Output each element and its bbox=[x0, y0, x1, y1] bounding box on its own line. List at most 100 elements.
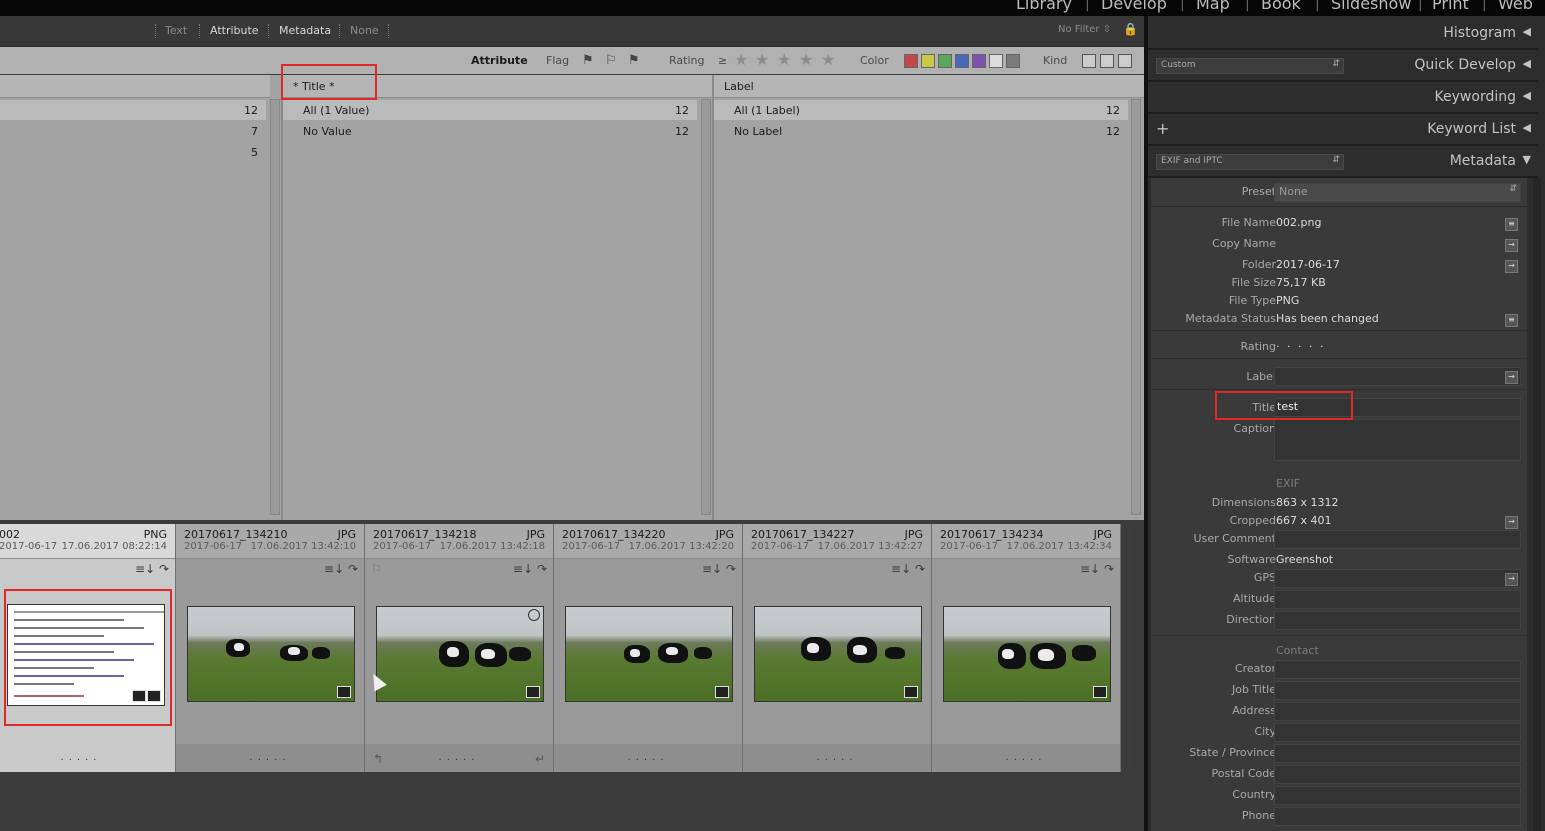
copy-name-arrow-icon[interactable]: → bbox=[1505, 239, 1518, 252]
selection-circle-icon[interactable] bbox=[528, 609, 540, 621]
module-map[interactable]: Map bbox=[1196, 0, 1230, 13]
phone-field[interactable] bbox=[1274, 807, 1521, 826]
add-keyword-icon[interactable]: + bbox=[1156, 119, 1169, 138]
color-swatch-blue[interactable] bbox=[955, 54, 969, 68]
country-field[interactable] bbox=[1274, 786, 1521, 805]
title-column-scrollbar[interactable] bbox=[701, 99, 711, 515]
file-name-value[interactable]: 002.png bbox=[1276, 216, 1321, 229]
module-web[interactable]: Web bbox=[1498, 0, 1533, 13]
list-item[interactable]: All (1 Label) 12 bbox=[714, 100, 1128, 120]
keyword-list-panel-header[interactable]: + Keyword List ◀ bbox=[1148, 114, 1538, 146]
metadata-sync-icon[interactable]: ≡↓ ↷ bbox=[1080, 562, 1114, 576]
metadata-sync-icon[interactable]: ≡↓ ↷ bbox=[891, 562, 925, 576]
grid-scrollbar[interactable] bbox=[1121, 524, 1131, 772]
module-library[interactable]: Library bbox=[1016, 0, 1072, 13]
right-panel-scrollbar[interactable] bbox=[1533, 178, 1541, 831]
rating-operator[interactable]: ≥ bbox=[718, 54, 727, 67]
cow-photo-thumbnail[interactable] bbox=[376, 606, 544, 702]
metadata-status-icon[interactable]: ≡ bbox=[1505, 314, 1518, 327]
collapse-triangle-icon[interactable]: ◀ bbox=[1523, 89, 1531, 102]
address-field[interactable] bbox=[1274, 702, 1521, 721]
color-swatch-none[interactable] bbox=[1006, 54, 1020, 68]
flag-icon[interactable]: ⚐ bbox=[371, 562, 382, 576]
rating-star-2-icon[interactable]: ★ bbox=[755, 50, 769, 69]
rating-star-1-icon[interactable]: ★ bbox=[734, 50, 748, 69]
city-field[interactable] bbox=[1274, 723, 1521, 742]
postal-code-field[interactable] bbox=[1274, 765, 1521, 784]
module-book[interactable]: Book bbox=[1261, 0, 1301, 13]
rating-star-5-icon[interactable]: ★ bbox=[821, 50, 835, 69]
histogram-panel-header[interactable]: Histogram ◀ bbox=[1148, 18, 1538, 50]
filter-tab-none[interactable]: None bbox=[350, 24, 379, 37]
collapse-triangle-icon[interactable]: ◀ bbox=[1523, 121, 1531, 134]
altitude-field[interactable] bbox=[1274, 590, 1521, 609]
color-swatch-custom[interactable] bbox=[989, 54, 1003, 68]
color-swatch-yellow[interactable] bbox=[921, 54, 935, 68]
photo-cell[interactable]: 20170617_134218 JPG 2017-06-17 17.06.201… bbox=[365, 524, 554, 772]
thumbnail-rating[interactable]: ····· bbox=[176, 755, 364, 766]
thumbnail-rating[interactable]: ····· bbox=[743, 755, 931, 766]
state-province-field[interactable] bbox=[1274, 744, 1521, 763]
metadata-sync-icon[interactable]: ≡↓ ↷ bbox=[513, 562, 547, 576]
photo-cell[interactable]: 20170617_134227 JPG 2017-06-17 17.06.201… bbox=[743, 524, 932, 772]
cow-photo-thumbnail[interactable] bbox=[187, 606, 355, 702]
list-item[interactable]: No Value 12 bbox=[283, 121, 697, 141]
thumbnail-rating[interactable]: ····· bbox=[365, 755, 553, 766]
metadata-sync-icon[interactable]: ≡↓ ↷ bbox=[324, 562, 358, 576]
kind-master-icon[interactable] bbox=[1082, 54, 1096, 68]
cow-photo-thumbnail[interactable] bbox=[754, 606, 922, 702]
module-develop[interactable]: Develop bbox=[1101, 0, 1167, 13]
metadata-sync-icon[interactable]: ≡↓ ↷ bbox=[702, 562, 736, 576]
gps-field[interactable] bbox=[1274, 569, 1521, 588]
flag-unflagged-icon[interactable]: ⚐ bbox=[605, 53, 617, 68]
quick-develop-panel-header[interactable]: Custom ⇵ Quick Develop ◀ bbox=[1148, 50, 1538, 82]
label-arrow-icon[interactable]: → bbox=[1505, 371, 1518, 384]
list-item[interactable]: 5 bbox=[0, 142, 266, 162]
list-item[interactable]: No Label 12 bbox=[714, 121, 1128, 141]
list-item[interactable]: All (1 Value) 12 bbox=[283, 100, 697, 120]
metadata-panel-header[interactable]: EXIF and IPTC ⇵ Metadata ▼ bbox=[1148, 146, 1538, 178]
metadata-view-dropdown[interactable]: EXIF and IPTC ⇵ bbox=[1156, 154, 1344, 170]
rename-list-icon[interactable]: ≡ bbox=[1505, 218, 1518, 231]
filter-tab-text[interactable]: Text bbox=[165, 24, 187, 37]
module-print[interactable]: Print bbox=[1432, 0, 1469, 13]
go-to-folder-icon[interactable]: → bbox=[1505, 260, 1518, 273]
rating-star-3-icon[interactable]: ★ bbox=[777, 50, 791, 69]
kind-video-icon[interactable] bbox=[1118, 54, 1132, 68]
thumbnail-rating[interactable]: ····· bbox=[554, 755, 742, 766]
list-item[interactable]: 12 bbox=[0, 100, 266, 120]
cow-photo-thumbnail[interactable] bbox=[943, 606, 1111, 702]
module-slideshow[interactable]: Slideshow bbox=[1331, 0, 1411, 13]
job-title-field[interactable] bbox=[1274, 681, 1521, 700]
column-1-header[interactable] bbox=[0, 75, 270, 98]
direction-field[interactable] bbox=[1274, 611, 1521, 630]
thumbnail-rating[interactable]: ····· bbox=[0, 755, 175, 766]
color-swatch-red[interactable] bbox=[904, 54, 918, 68]
photo-cell[interactable]: 20170617_134234 JPG 2017-06-17 17.06.201… bbox=[932, 524, 1121, 772]
filter-tab-attribute[interactable]: Attribute bbox=[210, 24, 259, 37]
lock-icon[interactable]: 🔒 bbox=[1123, 22, 1138, 36]
creator-field[interactable] bbox=[1274, 660, 1521, 679]
filter-preset-dropdown[interactable]: No Filter ⇳ bbox=[1058, 24, 1111, 35]
filter-tab-metadata[interactable]: Metadata bbox=[279, 24, 331, 37]
metadata-sync-icon[interactable]: ≡↓ ↷ bbox=[135, 562, 169, 576]
user-comment-field[interactable] bbox=[1274, 530, 1521, 549]
collapse-triangle-icon[interactable]: ◀ bbox=[1523, 57, 1531, 70]
photo-cell[interactable]: 20170617_134210 JPG 2017-06-17 17.06.201… bbox=[176, 524, 365, 772]
cropped-arrow-icon[interactable]: → bbox=[1505, 516, 1518, 529]
photo-cell[interactable]: 20170617_134220 JPG 2017-06-17 17.06.201… bbox=[554, 524, 743, 772]
expand-triangle-icon[interactable]: ▼ bbox=[1523, 153, 1531, 166]
label-column-header[interactable]: Label bbox=[714, 75, 1144, 98]
kind-virtual-copy-icon[interactable] bbox=[1100, 54, 1114, 68]
keywording-panel-header[interactable]: Keywording ◀ bbox=[1148, 82, 1538, 114]
color-swatch-green[interactable] bbox=[938, 54, 952, 68]
list-item[interactable]: 7 bbox=[0, 121, 266, 141]
column-1-scrollbar[interactable] bbox=[270, 99, 280, 515]
flag-picked-icon[interactable]: ⚑ bbox=[582, 53, 594, 68]
caption-field[interactable] bbox=[1274, 419, 1521, 461]
metadata-preset-dropdown[interactable]: None ⇵ bbox=[1274, 183, 1521, 202]
cow-photo-thumbnail[interactable] bbox=[565, 606, 733, 702]
label-column-scrollbar[interactable] bbox=[1131, 99, 1141, 515]
rating-star-4-icon[interactable]: ★ bbox=[799, 50, 813, 69]
rating-value[interactable]: · · · · · bbox=[1276, 340, 1325, 353]
